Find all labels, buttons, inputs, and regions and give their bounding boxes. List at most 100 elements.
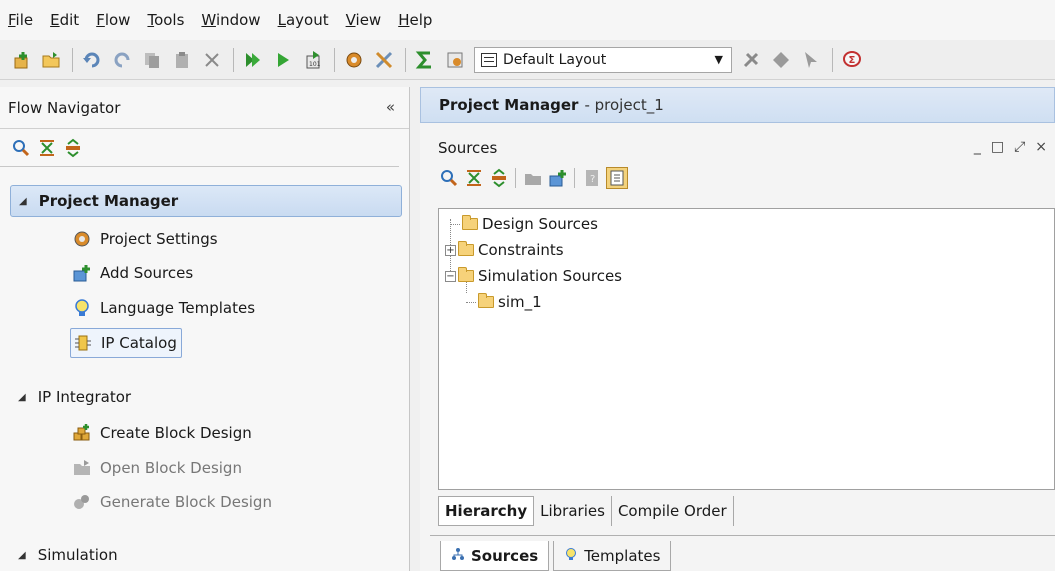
show-hierarchy-icon[interactable]: [606, 167, 628, 189]
tree-connector: [466, 301, 476, 303]
nav-add-sources[interactable]: Add Sources: [72, 258, 193, 288]
sources-panel: Sources _ □ ⤢ × ? Design Sources + Const…: [430, 133, 1055, 571]
add-sources-icon: [72, 263, 92, 283]
undo-icon[interactable]: [81, 49, 103, 71]
nav-create-block-design[interactable]: Create Block Design: [72, 418, 252, 448]
tab-hierarchy[interactable]: Hierarchy: [438, 496, 535, 526]
svg-text:?: ?: [590, 174, 595, 185]
svg-text:101: 101: [309, 61, 321, 68]
tree-label: sim_1: [498, 293, 542, 311]
toolbar-separator: [515, 168, 516, 188]
tools-icon[interactable]: [373, 49, 395, 71]
nav-generate-block-design[interactable]: Generate Block Design: [72, 487, 272, 517]
sources-tree: Design Sources + Constraints − Simulatio…: [438, 208, 1055, 490]
tree-item-design-sources[interactable]: Design Sources: [450, 211, 598, 237]
menu-tools[interactable]: Tools: [147, 11, 184, 29]
toolbar-separator: [233, 47, 234, 72]
nav-label: Project Settings: [100, 230, 218, 248]
menu-flow[interactable]: Flow: [96, 11, 130, 29]
tree-item-sim-1[interactable]: sim_1: [466, 289, 542, 315]
delete-icon[interactable]: [201, 49, 223, 71]
open-folder-icon: [458, 267, 474, 282]
project-manager-panel: Project Manager - project_1 Sources _ □ …: [420, 87, 1055, 571]
expanded-triangle-icon: ◢: [19, 195, 27, 207]
menu-file[interactable]: File: [8, 11, 33, 29]
menu-edit[interactable]: Edit: [50, 11, 79, 29]
sources-title-bar: Sources _ □ ⤢ ×: [430, 133, 1055, 163]
nav-ip-catalog[interactable]: IP Catalog: [70, 328, 182, 358]
search-icon[interactable]: [10, 137, 32, 159]
toolbar-separator: [405, 47, 406, 72]
section-ip-integrator[interactable]: ◢ IP Integrator: [10, 381, 402, 413]
collapse-all-icon[interactable]: [36, 137, 58, 159]
help-icon[interactable]: Σ: [841, 49, 863, 71]
expand-icon[interactable]: +: [445, 244, 456, 256]
expand-all-icon[interactable]: [62, 137, 84, 159]
redo-icon[interactable]: [111, 49, 133, 71]
collapse-icon[interactable]: «: [386, 98, 395, 116]
search-icon[interactable]: [438, 167, 460, 189]
layout-select[interactable]: Default Layout ▼: [474, 46, 732, 73]
toolbar-separator: [72, 47, 73, 72]
pin-icon[interactable]: [740, 49, 762, 71]
open-file-icon[interactable]: [522, 167, 544, 189]
nav-open-block-design[interactable]: Open Block Design: [72, 453, 242, 483]
menu-view[interactable]: View: [346, 11, 382, 29]
nav-label: Open Block Design: [100, 459, 242, 477]
collapse-all-icon[interactable]: [463, 167, 485, 189]
lightbulb-icon: [564, 547, 578, 565]
section-project-manager[interactable]: ◢ Project Manager: [10, 185, 402, 217]
maximize-icon[interactable]: □: [991, 139, 1004, 155]
diamond-icon[interactable]: [770, 49, 792, 71]
add-sources-icon[interactable]: [547, 167, 569, 189]
expanded-triangle-icon: ◢: [18, 549, 26, 561]
run-simulation-icon[interactable]: [242, 49, 264, 71]
paste-icon[interactable]: [171, 49, 193, 71]
report-icon[interactable]: [444, 49, 466, 71]
nav-label: IP Catalog: [101, 334, 177, 352]
sigma-icon[interactable]: [414, 49, 436, 71]
hierarchy-icon: [451, 547, 465, 565]
float-icon[interactable]: ⤢: [1014, 139, 1025, 155]
tree-connector: [450, 223, 460, 225]
section-label: Simulation: [37, 546, 118, 564]
create-block-icon: [72, 423, 92, 443]
cursor-icon[interactable]: [800, 49, 822, 71]
layout-select-value: Default Layout: [503, 51, 607, 68]
settings-icon[interactable]: [343, 49, 365, 71]
chevron-down-icon: ▼: [714, 52, 723, 66]
folder-icon: [458, 241, 474, 256]
menu-window[interactable]: Window: [201, 11, 260, 29]
properties-icon[interactable]: ?: [581, 167, 603, 189]
tab-compile-order[interactable]: Compile Order: [612, 496, 734, 526]
new-project-icon[interactable]: [10, 49, 32, 71]
toolbar-separator: [832, 47, 833, 72]
close-icon[interactable]: ×: [1035, 139, 1047, 155]
tab-sources[interactable]: Sources: [440, 541, 550, 571]
tree-item-constraints[interactable]: + Constraints: [445, 237, 564, 263]
minimize-icon[interactable]: _: [974, 139, 981, 155]
expand-all-icon[interactable]: [488, 167, 510, 189]
copy-icon[interactable]: [141, 49, 163, 71]
folder-icon: [478, 293, 494, 308]
run-icon[interactable]: [272, 49, 294, 71]
menu-help[interactable]: Help: [398, 11, 432, 29]
window-controls: _ □ ⤢ ×: [974, 139, 1047, 155]
nav-project-settings[interactable]: Project Settings: [72, 224, 218, 254]
collapse-icon[interactable]: −: [445, 270, 456, 282]
toolbar-separator: [574, 168, 575, 188]
menu-layout[interactable]: Layout: [278, 11, 329, 29]
generate-bitstream-icon[interactable]: 101: [302, 49, 324, 71]
nav-label: Language Templates: [100, 299, 256, 317]
open-project-icon[interactable]: [40, 49, 62, 71]
flow-navigator: Flow Navigator « ◢ Project Manager Proje…: [0, 87, 410, 571]
tab-libraries[interactable]: Libraries: [534, 496, 612, 526]
gear-icon: [72, 229, 92, 249]
section-simulation[interactable]: ◢ Simulation: [10, 539, 402, 571]
menu-bar: File Edit Flow Tools Window Layout View …: [0, 0, 1055, 40]
tree-item-simulation-sources[interactable]: − Simulation Sources: [445, 263, 622, 289]
tab-templates[interactable]: Templates: [553, 541, 672, 571]
toolbar-separator: [334, 47, 335, 72]
sources-title: Sources: [438, 139, 498, 157]
nav-language-templates[interactable]: Language Templates: [72, 293, 255, 323]
